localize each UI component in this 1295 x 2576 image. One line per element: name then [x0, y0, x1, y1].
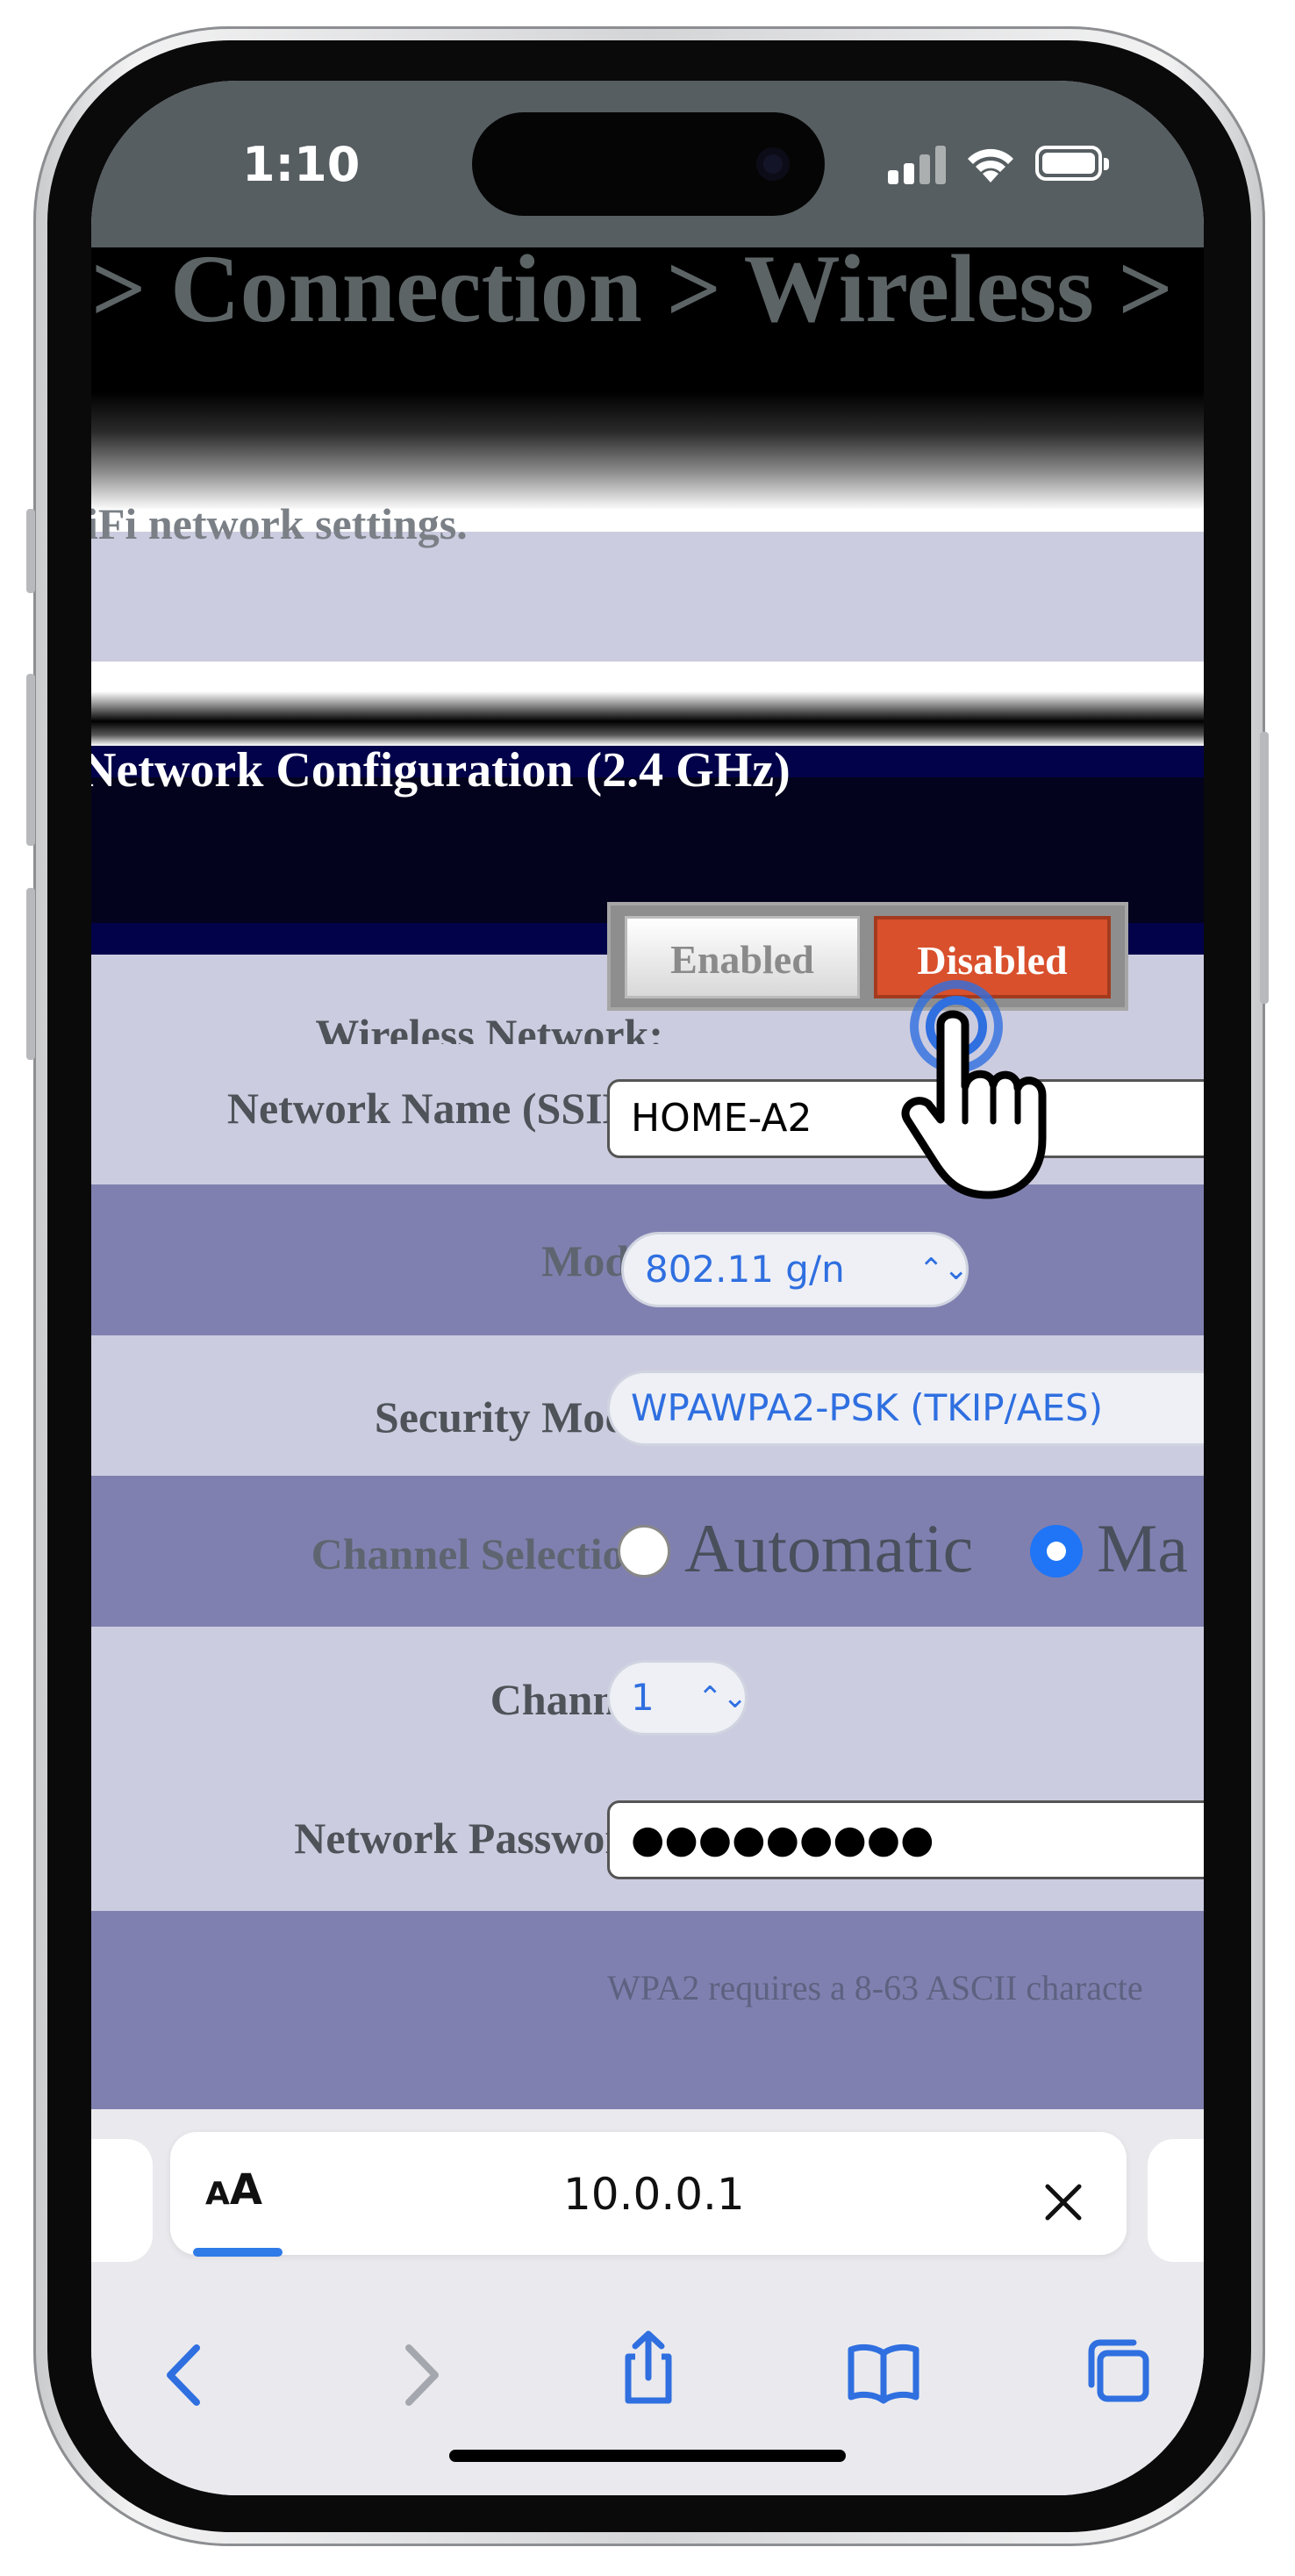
tap-hand-cursor-icon [901, 980, 1047, 1199]
breadcrumb: > Connection > Wireless > [91, 235, 1174, 342]
manual-radio-label: Ma [1097, 1510, 1188, 1586]
mode-value: 802.11 g/n [645, 1248, 845, 1291]
automatic-radio[interactable] [618, 1525, 670, 1578]
manual-radio[interactable] [1030, 1525, 1083, 1578]
enabled-button[interactable]: Enabled [625, 916, 860, 998]
home-indicator [449, 2450, 846, 2462]
camera-icon [756, 147, 790, 181]
close-icon[interactable] [1042, 2181, 1084, 2223]
ssid-label: Network Name (SSID): [226, 1084, 663, 1133]
power-button [1260, 732, 1269, 1004]
channel-select[interactable]: 1 ⌃⌄ [607, 1660, 748, 1735]
status-time: 1:10 [242, 137, 361, 192]
password-hint: WPA2 requires a 8-63 ASCII characte [607, 1968, 1143, 2007]
status-bar: 1:10 [91, 81, 1204, 247]
back-icon[interactable] [146, 2336, 225, 2415]
reader-options-button[interactable]: AA [205, 2165, 262, 2215]
url-text: 10.0.0.1 [563, 2169, 745, 2220]
action-button [26, 509, 35, 593]
automatic-radio-label: Automatic [684, 1510, 974, 1586]
forward-icon[interactable] [381, 2336, 460, 2415]
dynamic-island [472, 112, 825, 216]
chevron-updown-icon: ⌃⌄ [919, 1252, 969, 1287]
security-mode-select[interactable]: WPAWPA2-PSK (TKIP/AES) [607, 1370, 1204, 1446]
mode-select[interactable]: 802.11 g/n ⌃⌄ [621, 1232, 969, 1307]
description-bar [91, 532, 1204, 662]
security-mode-value: WPAWPA2-PSK (TKIP/AES) [631, 1386, 1104, 1429]
tabs-icon[interactable] [1079, 2332, 1158, 2411]
divider [91, 691, 1204, 746]
page-load-progress [193, 2248, 283, 2257]
section-title: Network Configuration (2.4 GHz) [91, 743, 791, 798]
bookmarks-icon[interactable] [844, 2332, 923, 2411]
wifi-icon [968, 148, 1013, 182]
page-description: iFi network settings. [91, 499, 468, 548]
cellular-signal-icon [888, 146, 949, 184]
share-icon[interactable] [609, 2329, 688, 2408]
volume-up-button [26, 674, 35, 846]
screen: 1:10 > Connection > Wireless > iFi netwo… [91, 81, 1204, 2495]
channel-selection-label: Channel Selection: [311, 1529, 663, 1578]
battery-icon [1035, 146, 1109, 181]
form-row-hint [91, 1911, 1204, 2109]
channel-value: 1 [631, 1676, 655, 1719]
divider [91, 662, 1204, 691]
password-input[interactable]: ●●●●●●●●● [607, 1800, 1204, 1879]
chevron-updown-icon: ⌃⌄ [698, 1680, 748, 1715]
previous-tab-preview[interactable] [91, 2139, 153, 2262]
volume-down-button [26, 888, 35, 1060]
next-tab-preview[interactable] [1148, 2139, 1204, 2262]
